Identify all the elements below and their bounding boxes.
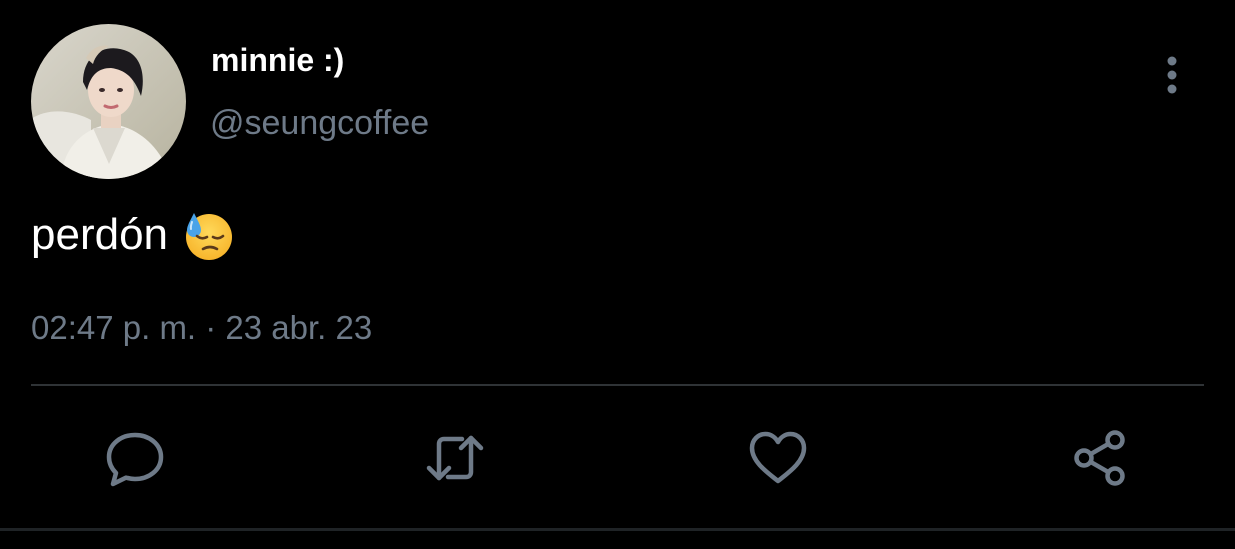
- reply-button[interactable]: [105, 428, 165, 488]
- share-button[interactable]: [1070, 428, 1130, 488]
- heart-icon: [748, 428, 808, 488]
- reply-icon: [105, 428, 165, 488]
- downcast-face-with-sweat-icon: [182, 209, 234, 261]
- divider: [31, 384, 1204, 386]
- tweet-body: perdón: [31, 205, 234, 265]
- tweet-timestamp[interactable]: 02:47 p. m. · 23 abr. 23: [31, 307, 372, 349]
- more-options-button[interactable]: [1150, 52, 1194, 98]
- like-button[interactable]: [748, 428, 808, 488]
- bottom-divider: [0, 528, 1235, 531]
- retweet-button[interactable]: [425, 428, 485, 488]
- user-handle[interactable]: @seungcoffee: [210, 102, 429, 144]
- display-name[interactable]: minnie :): [211, 40, 344, 80]
- avatar[interactable]: [31, 24, 186, 179]
- tweet-text: perdón: [31, 210, 169, 259]
- retweet-icon: [425, 428, 485, 488]
- share-icon: [1070, 428, 1130, 488]
- more-vertical-icon: [1150, 56, 1194, 102]
